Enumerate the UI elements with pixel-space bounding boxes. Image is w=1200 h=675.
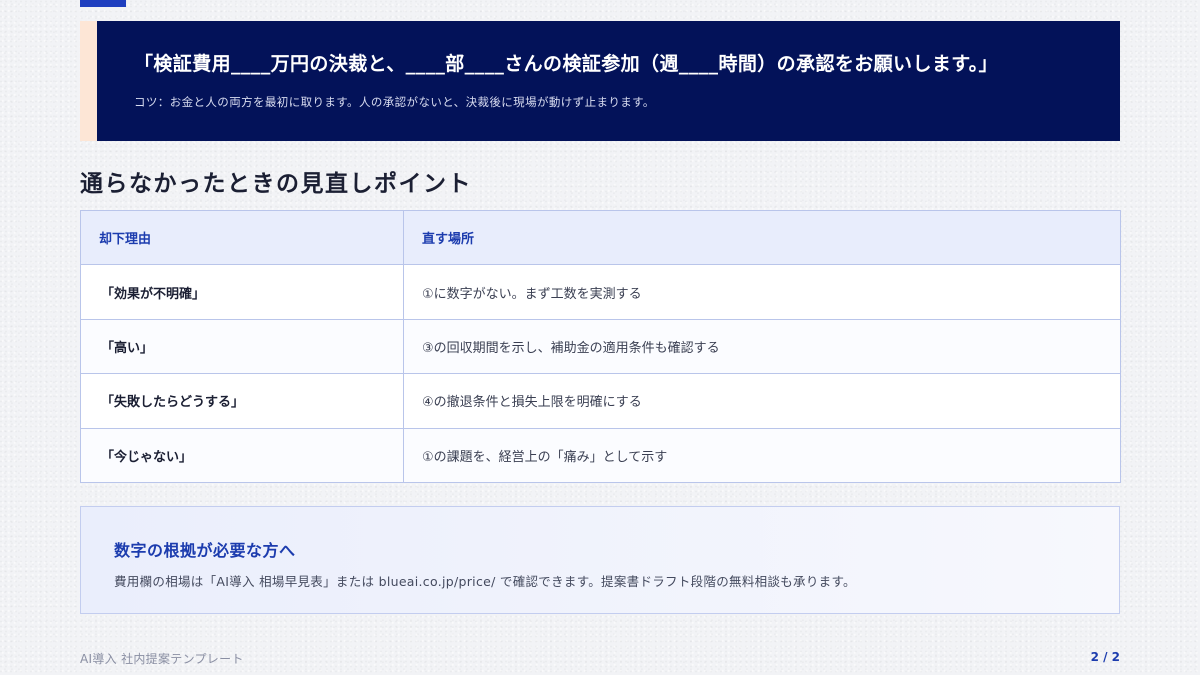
banner-tip-text: コツ：お金と人の両方を最初に取ります。人の承認がないと、決裁後に現場が動けず止ま… bbox=[134, 95, 655, 109]
pricing-info-box: 数字の根拠が必要な方へ 費用欄の相場は「AI導入 相場早見表」または bluea… bbox=[80, 506, 1120, 614]
info-box-title: 数字の根拠が必要な方へ bbox=[114, 541, 296, 560]
banner-body: 「検証費用____万円の決裁と、____部____さんの検証参加（週____時間… bbox=[97, 21, 1120, 141]
rejection-reason-cell: 「効果が不明確」 bbox=[80, 264, 404, 320]
section-heading: 通らなかったときの見直しポイント bbox=[80, 171, 472, 197]
fix-location-cell: ③の回収期間を示し、補助金の適用条件も確認する bbox=[403, 318, 1121, 375]
page-number: 2 / 2 bbox=[1090, 650, 1120, 664]
table-row: 「今じゃない」 ①の課題を、経営上の「痛み」として示す bbox=[80, 427, 1121, 483]
header-rejection-reason: 却下理由 bbox=[80, 209, 404, 266]
table-row: 「効果が不明確」 ①に数字がない。まず工数を実測する bbox=[80, 264, 1121, 320]
banner-accent-bar bbox=[80, 21, 97, 141]
fix-location-cell: ①に数字がない。まず工数を実測する bbox=[403, 264, 1121, 320]
info-box-text: 費用欄の相場は「AI導入 相場早見表」または blueai.co.jp/pric… bbox=[114, 574, 856, 589]
approval-request-quote: 「検証費用____万円の決裁と、____部____さんの検証参加（週____時間… bbox=[134, 53, 999, 75]
table-header-row: 却下理由 直す場所 bbox=[80, 209, 1121, 266]
fix-location-cell: ①の課題を、経営上の「痛み」として示す bbox=[403, 427, 1121, 483]
rejection-reason-cell: 「今じゃない」 bbox=[80, 427, 404, 483]
review-points-table: 却下理由 直す場所 「効果が不明確」 ①に数字がない。まず工数を実測する 「高い… bbox=[80, 209, 1121, 483]
rejection-reason-cell: 「失敗したらどうする」 bbox=[80, 373, 404, 429]
top-accent-tab bbox=[80, 0, 126, 7]
approval-request-banner: 「検証費用____万円の決裁と、____部____さんの検証参加（週____時間… bbox=[80, 21, 1120, 141]
rejection-reason-cell: 「高い」 bbox=[80, 318, 404, 375]
header-fix-location: 直す場所 bbox=[403, 209, 1121, 266]
table-row: 「高い」 ③の回収期間を示し、補助金の適用条件も確認する bbox=[80, 318, 1121, 375]
table-row: 「失敗したらどうする」 ④の撤退条件と損失上限を明確にする bbox=[80, 373, 1121, 429]
footer-document-title: AI導入 社内提案テンプレート bbox=[80, 652, 244, 666]
fix-location-cell: ④の撤退条件と損失上限を明確にする bbox=[403, 373, 1121, 429]
